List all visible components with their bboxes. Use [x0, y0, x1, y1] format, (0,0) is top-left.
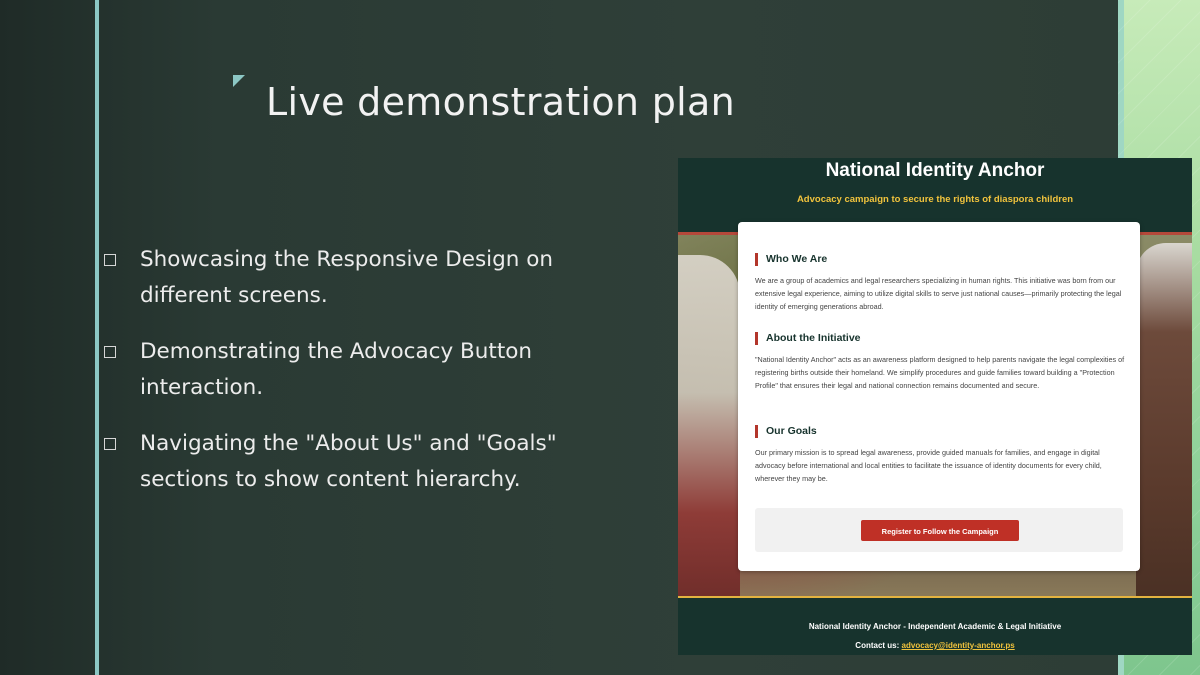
- section-body: We are a group of academics and legal re…: [755, 276, 1122, 311]
- site-title: National Identity Anchor: [825, 160, 1045, 181]
- hero-figure-left: [678, 255, 740, 599]
- bullet-item: Demonstrating the Advocacy Button intera…: [100, 334, 620, 406]
- left-accent-rule: [95, 0, 99, 675]
- cta-container: Register to Follow the Campaign: [755, 508, 1123, 552]
- section-body: Our primary mission is to spread legal a…: [755, 448, 1102, 483]
- section-heading: Who We Are: [755, 253, 1125, 266]
- bullet-item: Showcasing the Responsive Design on diff…: [100, 242, 620, 314]
- bullet-list: Showcasing the Responsive Design on diff…: [100, 242, 620, 518]
- checkbox-bullet-icon: [104, 438, 116, 450]
- section-who-we-are: Who We Are We are a group of academics a…: [755, 253, 1125, 313]
- site-footer: National Identity Anchor - Independent A…: [678, 598, 1192, 655]
- bullet-text: Demonstrating the Advocacy Button intera…: [140, 339, 533, 400]
- bullet-item: Navigating the "About Us" and "Goals" se…: [100, 426, 620, 498]
- bullet-text: Showcasing the Responsive Design on diff…: [140, 247, 554, 308]
- hero-figure-right: [1136, 243, 1192, 599]
- site-subtitle: Advocacy campaign to secure the rights o…: [796, 194, 1074, 205]
- bullet-text: Navigating the "About Us" and "Goals" se…: [140, 431, 557, 492]
- slide-title: Live demonstration plan: [266, 80, 735, 124]
- content-card: Who We Are We are a group of academics a…: [738, 222, 1140, 571]
- checkbox-bullet-icon: [104, 254, 116, 266]
- section-our-goals: Our Goals Our primary mission is to spre…: [755, 425, 1125, 485]
- section-heading: About the Initiative: [755, 332, 1125, 345]
- website-screenshot: National Identity Anchor Advocacy campai…: [678, 158, 1192, 655]
- footer-contact: Contact us: advocacy@identity-anchor.ps: [678, 641, 1192, 650]
- register-follow-campaign-button[interactable]: Register to Follow the Campaign: [861, 520, 1019, 541]
- footer-tagline: National Identity Anchor - Independent A…: [808, 622, 1062, 631]
- section-about-initiative: About the Initiative "National Identity …: [755, 332, 1125, 392]
- contact-email-link[interactable]: advocacy@identity-anchor.ps: [902, 641, 1015, 650]
- checkbox-bullet-icon: [104, 346, 116, 358]
- contact-label: Contact us:: [855, 641, 900, 650]
- section-heading: Our Goals: [755, 425, 1125, 438]
- title-corner-mark: [233, 75, 245, 87]
- section-body: "National Identity Anchor" acts as an aw…: [755, 355, 1125, 390]
